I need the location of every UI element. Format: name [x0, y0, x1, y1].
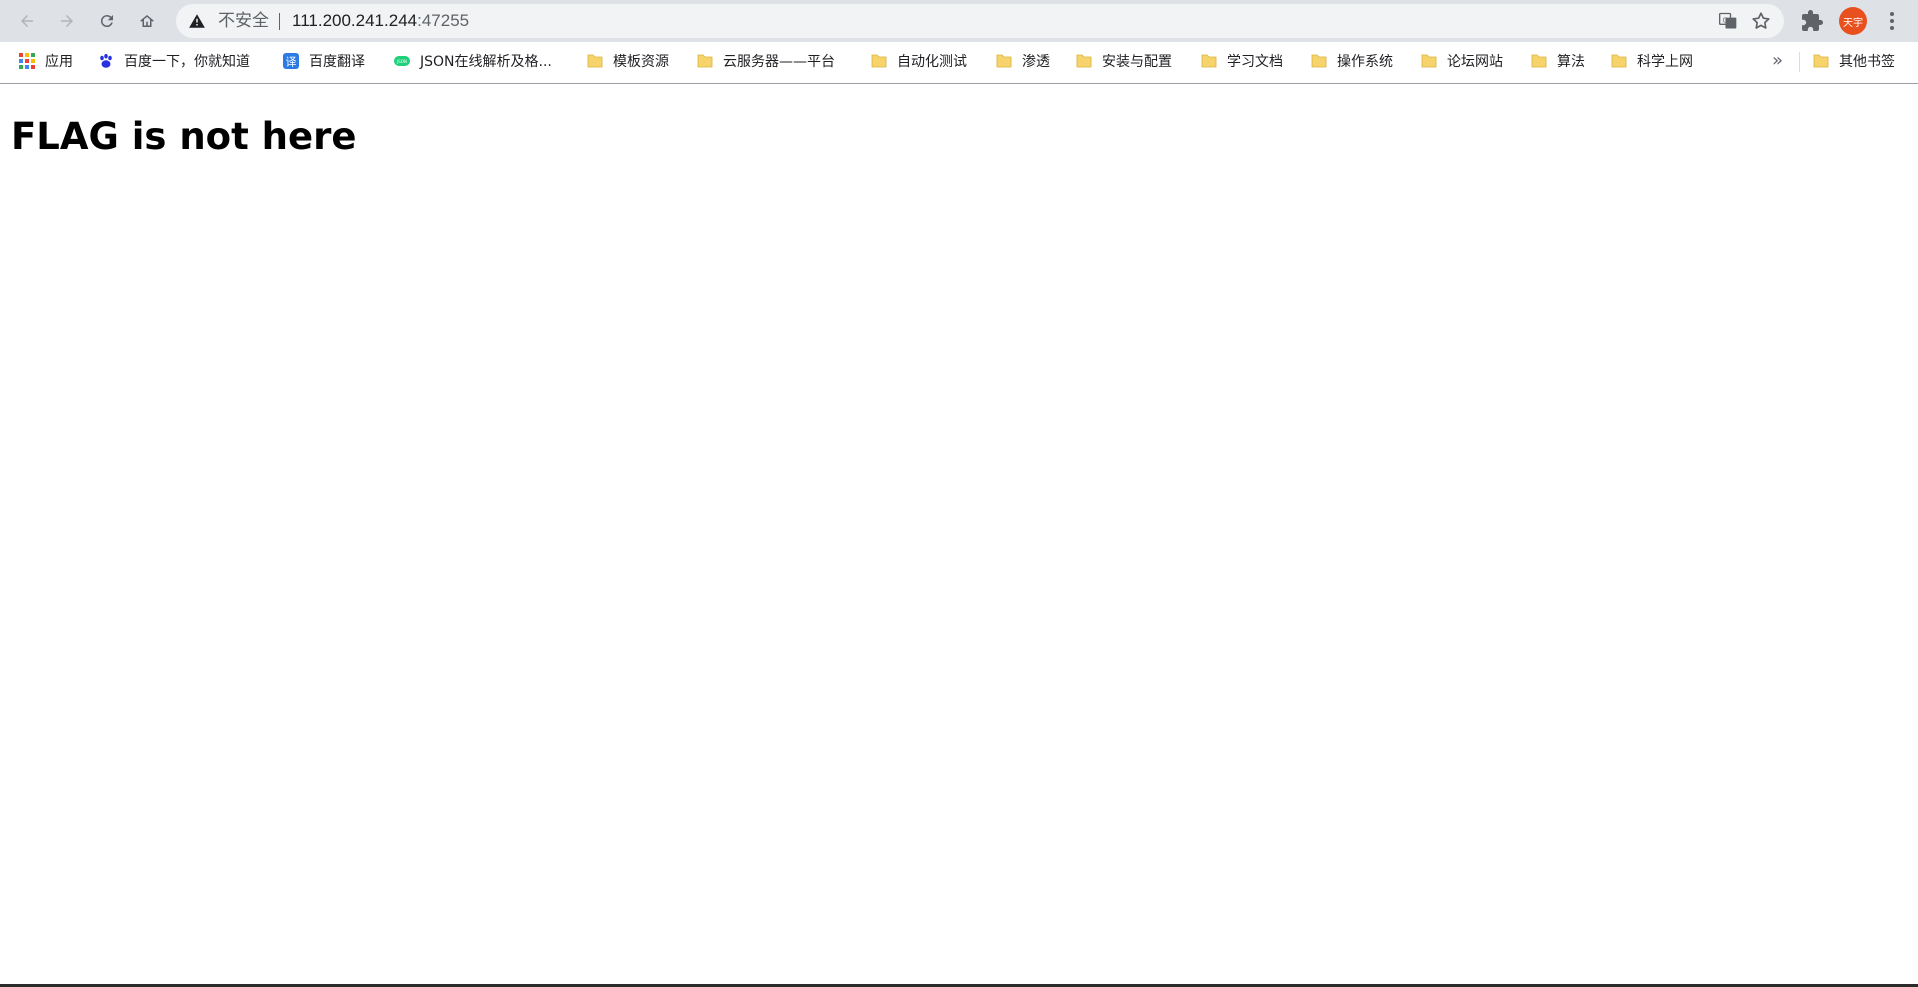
bookmark-label: 百度翻译: [309, 54, 365, 70]
folder-icon: [1201, 54, 1217, 68]
forward-button[interactable]: [51, 5, 83, 37]
home-button[interactable]: [131, 5, 163, 37]
address-divider: [279, 13, 280, 30]
folder-icon: [1311, 54, 1327, 68]
forward-icon: [61, 15, 73, 27]
page-heading: FLAG is not here: [11, 115, 357, 158]
bookmark-label: JSON在线解析及格...: [420, 54, 552, 70]
bookmark-label: 科学上网: [1637, 54, 1693, 70]
bookmark-folder[interactable]: 自动化测试: [871, 42, 967, 80]
apps-grid-icon: [19, 53, 35, 69]
bookmark-folder[interactable]: 算法: [1531, 42, 1585, 80]
bookmarks-bar: 应用 百度一下，你就知道 译 百度翻译 JSON JSON在线解析及格... 模…: [0, 42, 1918, 84]
url-port: :47255: [417, 11, 470, 30]
bookmarks-overflow-button[interactable]: »: [1772, 50, 1783, 71]
back-button[interactable]: [11, 5, 43, 37]
folder-icon: [1611, 54, 1627, 68]
bookmark-folder[interactable]: 安装与配置: [1076, 42, 1172, 80]
bookmark-label: 模板资源: [613, 54, 669, 70]
bookmark-folder[interactable]: 学习文档: [1201, 42, 1283, 80]
bookmark-folder[interactable]: 操作系统: [1311, 42, 1393, 80]
bookmarks-divider: [1799, 52, 1800, 72]
star-icon[interactable]: [1750, 10, 1772, 32]
page-content: FLAG is not here: [0, 85, 1918, 985]
bookmark-label: 自动化测试: [897, 54, 967, 70]
reload-icon: [100, 15, 113, 28]
profile-avatar[interactable]: 天宇: [1839, 7, 1867, 35]
bookmark-folder[interactable]: 渗透: [996, 42, 1050, 80]
folder-icon: [1813, 54, 1829, 68]
svg-text:G: G: [1722, 16, 1727, 24]
bookmark-apps[interactable]: 应用: [19, 42, 73, 80]
bookmark-folder[interactable]: 科学上网: [1611, 42, 1693, 80]
bookmark-label: 操作系统: [1337, 54, 1393, 70]
warning-icon[interactable]: [188, 12, 206, 30]
bookmark-label: 其他书签: [1839, 54, 1895, 70]
bookmark-label: 云服务器——平台: [723, 54, 835, 70]
bookmark-label: 论坛网站: [1447, 54, 1503, 70]
bookmark-json[interactable]: JSON JSON在线解析及格...: [394, 42, 552, 80]
security-label[interactable]: 不安全: [218, 11, 269, 31]
url-host: 111.200.241.244: [292, 11, 418, 30]
folder-icon: [871, 54, 887, 68]
bookmark-label: 安装与配置: [1102, 54, 1172, 70]
bookmark-label: 百度一下，你就知道: [124, 54, 250, 70]
bookmark-folder[interactable]: 模板资源: [587, 42, 669, 80]
url-text[interactable]: 111.200.241.244:47255: [292, 11, 469, 31]
bookmark-baidu-translate[interactable]: 译 百度翻译: [283, 42, 365, 80]
folder-icon: [1531, 54, 1547, 68]
bookmark-other-bookmarks[interactable]: 其他书签: [1813, 42, 1895, 80]
kebab-menu-icon[interactable]: [1882, 10, 1902, 32]
translate-badge-icon: 译: [283, 53, 299, 69]
svg-text:JSON: JSON: [396, 59, 407, 64]
address-bar[interactable]: 不安全 111.200.241.244:47255 G: [176, 4, 1784, 38]
browser-toolbar: 不安全 111.200.241.244:47255 G 天宇: [0, 0, 1918, 42]
back-icon: [21, 15, 33, 27]
bookmark-label: 算法: [1557, 54, 1585, 70]
home-icon: [140, 15, 154, 27]
bookmark-label: 渗透: [1022, 54, 1050, 70]
bookmark-label: 学习文档: [1227, 54, 1283, 70]
json-icon: JSON: [394, 56, 410, 66]
puzzle-icon[interactable]: [1800, 9, 1824, 33]
baidu-paw-icon: [100, 53, 112, 68]
folder-icon: [1076, 54, 1092, 68]
folder-icon: [587, 54, 603, 68]
reload-button[interactable]: [91, 5, 123, 37]
bookmark-baidu[interactable]: 百度一下，你就知道: [98, 42, 250, 80]
folder-icon: [697, 54, 713, 68]
bookmark-folder[interactable]: 云服务器——平台: [697, 42, 835, 80]
bookmark-folder[interactable]: 论坛网站: [1421, 42, 1503, 80]
bookmark-label: 应用: [45, 54, 73, 70]
translate-icon[interactable]: G: [1718, 11, 1738, 31]
folder-icon: [996, 54, 1012, 68]
svg-text:译: 译: [286, 56, 297, 69]
folder-icon: [1421, 54, 1437, 68]
